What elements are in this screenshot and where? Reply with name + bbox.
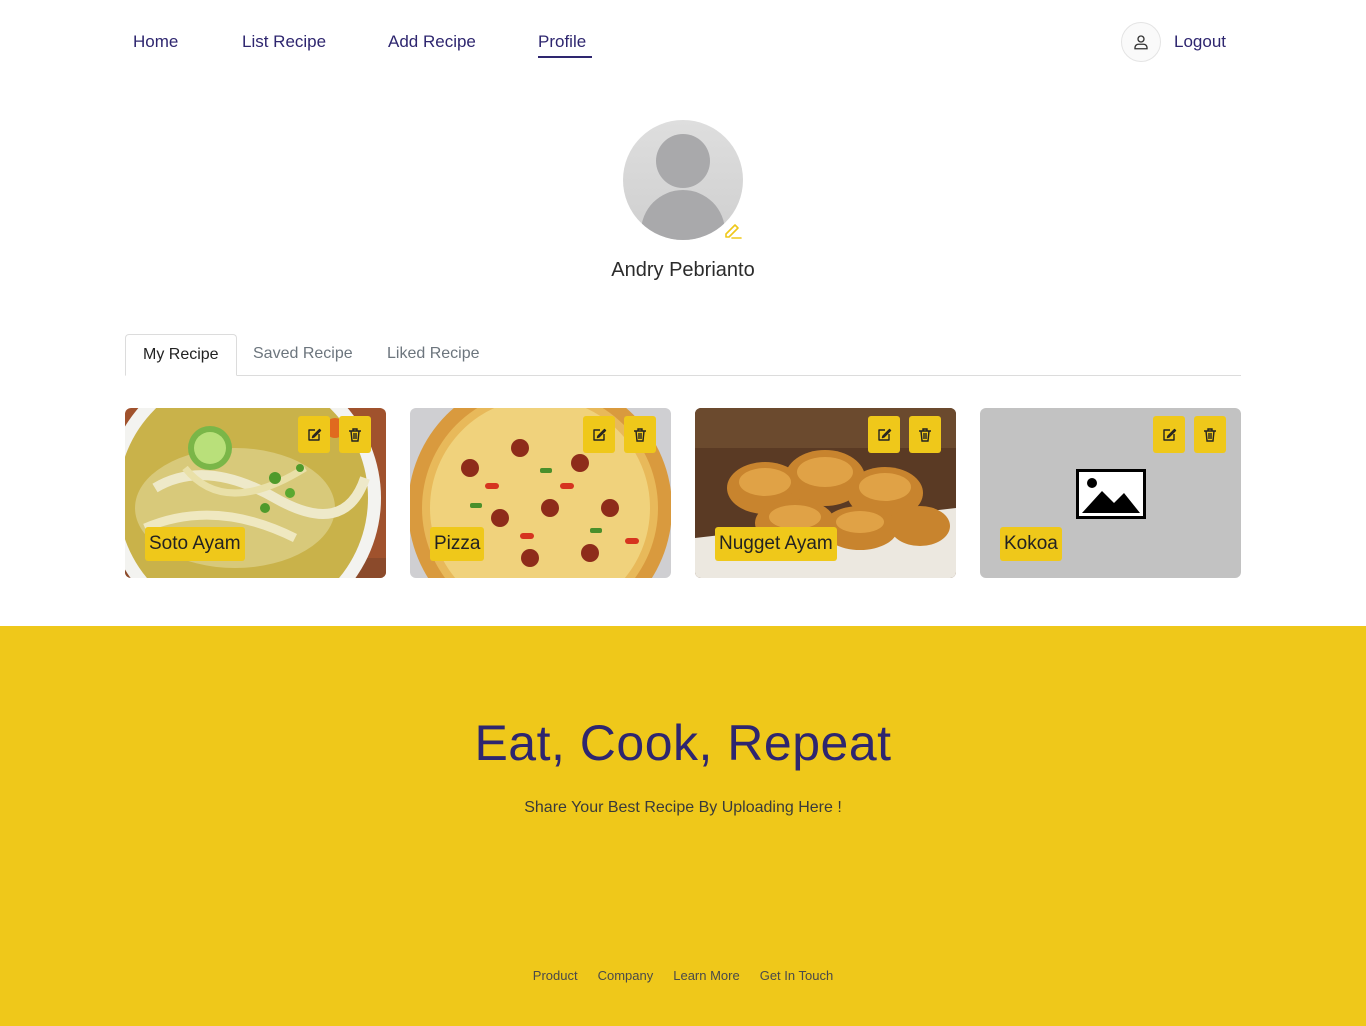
- card-actions: [583, 416, 656, 453]
- tab-liked-recipe[interactable]: Liked Recipe: [370, 334, 497, 376]
- trash-icon[interactable]: [909, 416, 941, 453]
- logout-button[interactable]: Logout: [1121, 22, 1226, 62]
- pencil-icon[interactable]: [723, 220, 743, 240]
- card-actions: [298, 416, 371, 453]
- footer-heading: Eat, Cook, Repeat: [474, 715, 892, 771]
- logout-label: Logout: [1174, 32, 1226, 51]
- recipe-title: Soto Ayam: [145, 527, 245, 561]
- image-placeholder-icon: [1076, 469, 1146, 519]
- user-icon: [1121, 22, 1161, 62]
- recipe-tabs: My Recipe Saved Recipe Liked Recipe: [125, 334, 1241, 376]
- footer-link-learn-more[interactable]: Learn More: [673, 968, 739, 983]
- footer-subheading: Share Your Best Recipe By Uploading Here…: [524, 799, 842, 816]
- recipe-title: Pizza: [430, 527, 485, 561]
- recipe-card[interactable]: Kokoa: [980, 408, 1241, 578]
- footer: Eat, Cook, Repeat Share Your Best Recipe…: [0, 626, 1366, 1026]
- profile-name: Andry Pebrianto: [611, 259, 755, 281]
- edit-icon[interactable]: [868, 416, 900, 453]
- profile-avatar: [623, 120, 743, 240]
- trash-icon[interactable]: [624, 416, 656, 453]
- edit-icon[interactable]: [298, 416, 330, 453]
- recipe-title: Nugget Ayam: [715, 527, 837, 561]
- trash-icon[interactable]: [1194, 416, 1226, 453]
- edit-icon[interactable]: [1153, 416, 1185, 453]
- footer-link-product[interactable]: Product: [533, 968, 578, 983]
- footer-links: Product Company Learn More Get In Touch: [0, 968, 1366, 983]
- recipe-title: Kokoa: [1000, 527, 1062, 561]
- recipe-card[interactable]: Soto Ayam: [125, 408, 386, 578]
- card-actions: [1153, 416, 1226, 453]
- recipe-card[interactable]: Pizza: [410, 408, 671, 578]
- tab-saved-recipe[interactable]: Saved Recipe: [236, 334, 370, 376]
- recipe-card[interactable]: Nugget Ayam: [695, 408, 956, 578]
- nav-profile-link[interactable]: Profile: [538, 32, 593, 58]
- nav-home-link[interactable]: Home: [133, 32, 178, 52]
- nav-list-recipe-link[interactable]: List Recipe: [242, 32, 326, 52]
- card-actions: [868, 416, 941, 453]
- footer-link-company[interactable]: Company: [598, 968, 654, 983]
- trash-icon[interactable]: [339, 416, 371, 453]
- footer-link-get-in-touch[interactable]: Get In Touch: [760, 968, 833, 983]
- nav-add-recipe-link[interactable]: Add Recipe: [388, 32, 476, 52]
- edit-icon[interactable]: [583, 416, 615, 453]
- navbar: Home List Recipe Add Recipe Profile Logo…: [0, 0, 1366, 84]
- tab-my-recipe[interactable]: My Recipe: [125, 334, 237, 376]
